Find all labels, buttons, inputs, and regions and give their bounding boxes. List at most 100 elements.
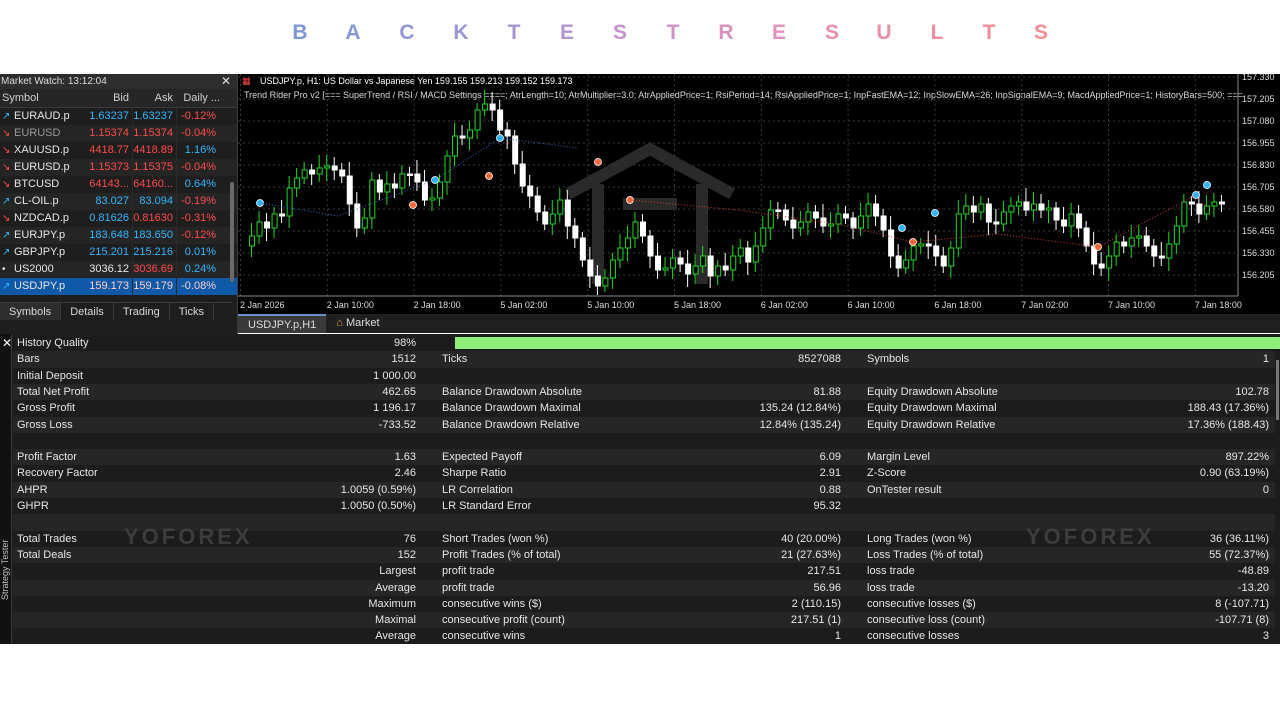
stat-value: 76 [403, 532, 416, 545]
results-row: Initial Deposit 1 000.00 [13, 368, 1275, 384]
daily-change-cell: -0.19% [176, 193, 220, 210]
candle-body [1158, 255, 1165, 259]
stat-label: OnTester result [867, 483, 942, 496]
ask-cell: 83.094 [132, 193, 176, 210]
chart-tabs: USDJPY.p,H1 ⌂ Market [238, 314, 1280, 333]
tab-details[interactable]: Details [61, 303, 114, 320]
candle-body [489, 103, 496, 111]
banner-letter: T [507, 21, 521, 44]
candle-body [1121, 241, 1128, 247]
stat-label: Maximal [375, 614, 416, 627]
candle-body [1023, 201, 1030, 211]
symbol-cell: ↗ EURJPY.p [0, 227, 87, 244]
symbol-cell: ↘ BTCUSD [0, 176, 87, 193]
daily-change-cell: -0.31% [176, 210, 220, 227]
market-watch-row[interactable]: ↗ USDJPY.p 159.173 159.179 -0.08% [0, 278, 237, 295]
market-icon: ⌂ [336, 317, 346, 329]
candle-body [707, 255, 714, 277]
stat-label: profit trade [442, 581, 495, 594]
banner-letter: S [824, 21, 839, 44]
trend-up-icon: ↗ [2, 230, 11, 241]
symbol-cell: ↘ NZDCAD.p [0, 210, 87, 227]
stat-value: 1.0050 (0.50%) [340, 500, 416, 512]
candle-body [369, 179, 376, 219]
market-watch-row[interactable]: ↘ BTCUSD 64143... 64160... 0.64% [0, 176, 237, 193]
candle-body [858, 215, 865, 229]
candle-body [1203, 205, 1210, 215]
stat-value: 2.46 [394, 467, 416, 480]
candlestick-chart[interactable]: 157.330 157.205 157.080 156.955 156.830 156.7… [238, 74, 1280, 314]
candle-body [805, 211, 812, 223]
stat-value: 1 000.00 [373, 369, 416, 382]
stat-label: Sharpe Ratio [442, 467, 507, 480]
candle-body [519, 163, 526, 187]
market-watch-row[interactable]: ↗ GBPJPY.p 215.201 215.216 0.01% [0, 244, 237, 261]
close-icon[interactable]: ✕ [2, 336, 12, 350]
candle-body [579, 237, 586, 261]
candle-body [624, 237, 631, 249]
bid-cell: 183.648 [89, 229, 129, 241]
symbol-name: EURAUD.p [14, 110, 70, 122]
candle-body [609, 259, 616, 279]
market-watch-row[interactable]: ↘ EURUSD 1.15374 1.15374 -0.04% [0, 125, 237, 142]
trend-down-icon: ↘ [2, 145, 11, 156]
candle-body [925, 243, 932, 247]
tab-market[interactable]: ⌂ Market [326, 314, 389, 333]
candle-body [1136, 235, 1143, 239]
ask-cell: 183.650 [132, 227, 176, 244]
stat-value: 56.96 [813, 581, 841, 594]
stat-label: Z-Score [867, 467, 907, 480]
candle-body [752, 245, 759, 263]
time-label: 6 Jan 18:00 [934, 300, 981, 310]
market-watch-header: Symbol Bid Ask Daily ... [0, 89, 237, 108]
results-row: Average consecutive wins 1 consecutive loss… [13, 628, 1275, 644]
stat-label: GHPR [17, 500, 49, 512]
market-watch-row[interactable]: • US2000 3036.12 3036.69 0.24% [0, 261, 237, 278]
results-row: Largest profit trade 217.51 loss trade -48.8… [13, 563, 1275, 579]
candle-body [549, 213, 556, 225]
ask-cell: 1.15374 [132, 125, 176, 142]
price-label: 157.205 [1242, 94, 1275, 104]
tab-ticks[interactable]: Ticks [170, 303, 214, 320]
tab-usdjpy-h1[interactable]: USDJPY.p,H1 [238, 314, 327, 333]
symbol-cell: ↗ USDJPY.p [0, 278, 87, 295]
market-watch-row[interactable]: ↗ EURJPY.p 183.648 183.650 -0.12% [0, 227, 237, 244]
column-header-bid[interactable]: Bid [87, 89, 132, 107]
stat-label: Equity Drawdown Absolute [867, 385, 998, 398]
stat-label: Ticks [442, 353, 468, 366]
trend-up-icon: ↗ [2, 247, 11, 258]
scrollbar[interactable] [230, 182, 234, 282]
column-header-daily[interactable]: Daily ... [176, 89, 224, 107]
banner-letter: E [771, 21, 786, 44]
market-watch-row[interactable]: ↘ NZDCAD.p 0.81626 0.81630 -0.31% [0, 210, 237, 227]
candle-body [264, 221, 271, 229]
price-chart[interactable]: ▦ USDJPY.p, H1: US Dollar vs Japanese Ye… [238, 74, 1280, 314]
close-icon[interactable]: ✕ [221, 74, 231, 89]
candle-body [391, 183, 398, 189]
candle-body [677, 257, 684, 265]
column-header-ask[interactable]: Ask [132, 89, 176, 107]
scrollbar[interactable] [1276, 360, 1279, 420]
stat-value: -48.89 [1237, 565, 1269, 578]
trade-marker-icon [1192, 191, 1200, 199]
candle-body [249, 235, 256, 247]
stat-label: Initial Deposit [17, 369, 84, 382]
market-watch-row[interactable]: ↗ EURAUD.p 1.63237 1.63237 -0.12% [0, 108, 237, 125]
tab-symbols[interactable]: Symbols [0, 303, 62, 320]
candle-body [279, 213, 286, 217]
candle-body [1143, 235, 1150, 247]
tab-trading[interactable]: Trading [114, 303, 170, 320]
results-row [13, 433, 1275, 449]
candle-body [1053, 207, 1060, 221]
candle-body [542, 211, 549, 225]
market-watch-row[interactable]: ↗ CL-OIL.p 83.027 83.094 -0.19% [0, 193, 237, 210]
results-row: Bars 1512 Ticks 8527088 Symbols 1 [13, 351, 1275, 368]
trade-marker-icon [909, 238, 917, 246]
ask-cell: 64160... [132, 176, 176, 193]
candle-body [797, 221, 804, 229]
stat-label: Recovery Factor [17, 467, 98, 480]
column-header-symbol[interactable]: Symbol [0, 89, 87, 107]
candle-body [384, 183, 391, 193]
market-watch-row[interactable]: ↘ EURUSD.p 1.15373 1.15375 -0.04% [0, 159, 237, 176]
market-watch-row[interactable]: ↘ XAUUSD.p 4418.77 4418.89 1.16% [0, 142, 237, 159]
